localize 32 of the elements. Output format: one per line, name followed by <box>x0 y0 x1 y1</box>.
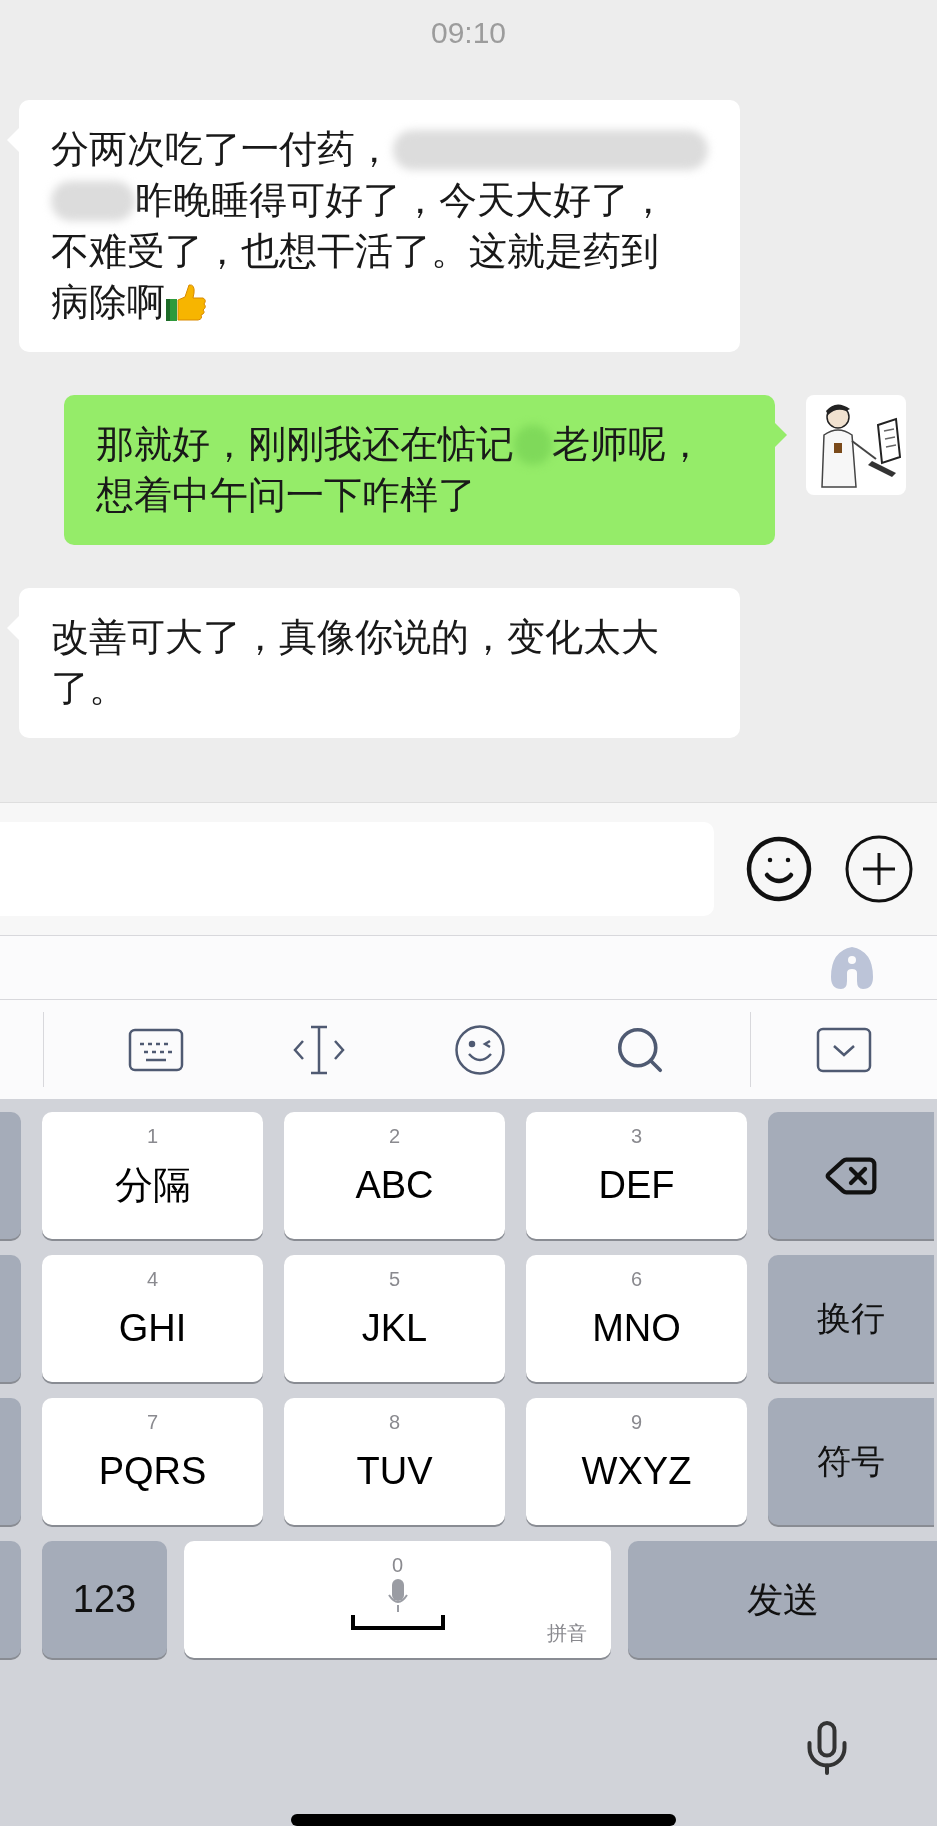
message-text: 病除啊 <box>51 280 165 325</box>
keyboard-key[interactable]: 7 PQRS <box>42 1398 263 1525</box>
message-text: 老师呢， <box>552 422 704 467</box>
hide-keyboard-icon[interactable] <box>816 1026 872 1073</box>
function-key[interactable]: 发送 <box>628 1541 937 1658</box>
message-text: 那就好，刚刚我还在惦记 <box>96 422 514 467</box>
emoji-icon[interactable] <box>453 1023 506 1076</box>
message-text: 想着中午问一下咋样了 <box>96 473 476 518</box>
message-text: 昨晚睡得可好了，今天大好了， <box>134 178 667 223</box>
function-key[interactable]: 换行 <box>768 1255 934 1382</box>
message-text: 分两次吃了一付药， <box>51 127 393 172</box>
message-text: 了。 <box>51 666 127 711</box>
input-method-logo-icon[interactable] <box>829 944 875 991</box>
thumbs-up-icon <box>165 282 207 323</box>
microphone-icon <box>387 1579 408 1613</box>
message-text: 不难受了，也想干活了。这就是药到 <box>51 229 659 274</box>
space-bar-icon <box>350 1615 445 1631</box>
delete-key[interactable] <box>768 1112 934 1239</box>
keyboard-icon[interactable] <box>127 1027 184 1072</box>
keyboard-key[interactable]: 8 TUV <box>284 1398 505 1525</box>
function-key[interactable]: 123 <box>42 1541 167 1658</box>
keyboard-key[interactable]: 3 DEF <box>526 1112 747 1239</box>
keyboard-key[interactable]: 1 分隔 <box>42 1112 263 1239</box>
keyboard-key[interactable]: 6 MNO <box>526 1255 747 1382</box>
message-time: 09:10 <box>430 14 507 51</box>
plus-icon[interactable] <box>845 835 913 903</box>
keyboard-key[interactable]: 9 WXYZ <box>526 1398 747 1525</box>
keyboard-key[interactable]: 5 JKL <box>284 1255 505 1382</box>
message-text: 改善可大了，真像你说的，变化太大 <box>51 615 659 660</box>
keyboard-key[interactable]: 2 ABC <box>284 1112 505 1239</box>
function-key[interactable]: 符号 <box>768 1398 934 1525</box>
keyboard-key[interactable]: 4 GHI <box>42 1255 263 1382</box>
